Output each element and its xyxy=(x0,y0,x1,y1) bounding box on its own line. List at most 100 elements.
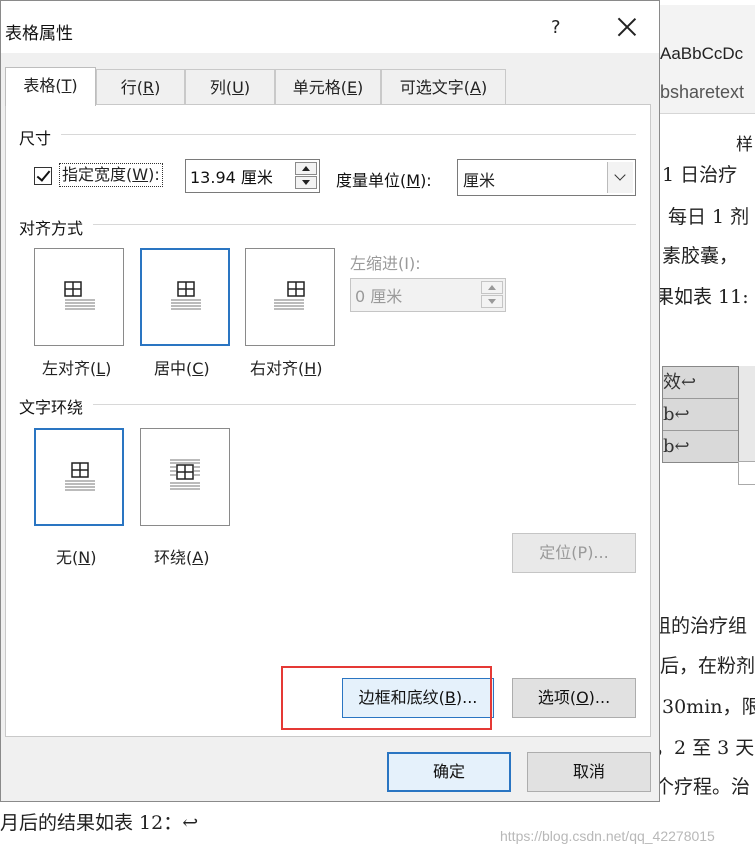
label-accel: M xyxy=(406,171,421,190)
doc-table: 效↩ b↩ b↩ xyxy=(662,366,740,463)
table-properties-dialog: 表格属性 ? 表格(T) 行(R) 列(U) 单元格(E) 可选文字(A) 尺寸… xyxy=(0,0,660,802)
align-right-label: 右对齐(H) xyxy=(250,355,323,379)
tab-accel: E xyxy=(346,78,358,97)
positioning-button: 定位(P)... xyxy=(512,533,636,573)
align-left-tile[interactable] xyxy=(34,248,124,346)
dialog-titlebar[interactable]: 表格属性 ? xyxy=(1,1,659,53)
label-text: 居中( xyxy=(154,359,193,378)
width-spin-buttons xyxy=(295,162,317,190)
label-text: 指定宽度( xyxy=(62,165,133,184)
doc-line: 个疗程。治 xyxy=(655,776,751,798)
label-text: ): xyxy=(420,171,432,190)
button-accel: O xyxy=(576,688,589,707)
label-text: ) xyxy=(105,359,112,378)
label-text: ): xyxy=(148,165,160,184)
doc-table-cell: b↩ xyxy=(663,436,690,457)
width-spinbox[interactable]: 13.94 厘米 xyxy=(185,159,320,193)
tab-column[interactable]: 列(U) xyxy=(185,69,275,104)
doc-line: ，2 至 3 天 xyxy=(655,737,755,759)
label-accel: C xyxy=(192,359,204,378)
tab-label-tail: ) xyxy=(154,78,161,97)
tab-accel: A xyxy=(470,78,481,97)
preferred-width-label[interactable]: 指定宽度(W): xyxy=(59,163,163,187)
label-accel: W xyxy=(132,165,149,184)
label-text: 环绕( xyxy=(154,548,193,567)
tab-label: 单元格( xyxy=(292,78,347,97)
label-text: ) xyxy=(203,548,210,567)
measure-unit-select[interactable]: 厘米 xyxy=(457,159,636,196)
doc-line: 30min，限 xyxy=(662,696,755,718)
label-accel: A xyxy=(192,548,204,567)
selection-inner-border xyxy=(37,431,121,523)
button-text: )... xyxy=(588,688,611,707)
align-right-tile[interactable] xyxy=(245,248,335,346)
arrow-up-icon xyxy=(488,285,496,290)
doc-bottom-line: 月后的结果如表 12：↩ xyxy=(0,812,199,834)
tab-accel: R xyxy=(142,78,155,97)
measure-unit-label: 度量单位(M): xyxy=(336,167,432,191)
label-text: 左对齐( xyxy=(42,359,97,378)
doc-line: 后，在粉剂 xyxy=(660,655,755,677)
tab-accel: U xyxy=(232,78,244,97)
arrow-down-icon xyxy=(302,180,310,185)
width-increment-button[interactable] xyxy=(295,162,317,175)
cancel-button[interactable]: 取消 xyxy=(527,752,651,792)
doc-line: 每日 1 剂 xyxy=(668,206,750,228)
style-preview[interactable]: AaBbCcDc xyxy=(660,44,743,64)
chevron-down-icon xyxy=(614,169,626,181)
align-left-icon xyxy=(64,281,95,310)
tab-label-tail: ) xyxy=(357,78,364,97)
section-divider xyxy=(93,224,636,225)
label-text: ) xyxy=(203,359,210,378)
label-text: ) xyxy=(316,359,323,378)
align-center-tile[interactable] xyxy=(140,248,230,346)
tab-accel: T xyxy=(61,76,72,95)
doc-table-column xyxy=(738,366,755,461)
label-text: 右对齐( xyxy=(250,359,305,378)
wrap-around-icon xyxy=(170,459,200,490)
wrap-around-tile[interactable] xyxy=(140,428,230,526)
tab-label: 可选文字( xyxy=(399,78,471,97)
size-section-label: 尺寸 xyxy=(19,129,52,148)
doc-table-handle[interactable] xyxy=(738,461,755,485)
section-divider xyxy=(93,404,636,405)
tab-panel-table xyxy=(5,104,651,737)
help-button[interactable]: ? xyxy=(551,17,561,38)
indent-left-label: 左缩进(I): xyxy=(350,254,421,273)
tab-label: 表格( xyxy=(23,76,62,95)
doc-table-cell: b↩ xyxy=(663,399,739,431)
wrap-none-tile[interactable] xyxy=(34,428,124,526)
watermark-url: https://blog.csdn.net/qq_42278015 xyxy=(500,828,715,844)
close-icon[interactable] xyxy=(613,13,641,41)
arrow-up-icon xyxy=(302,166,310,171)
tab-label-tail: ) xyxy=(480,78,488,97)
doc-line: 组的治疗组 xyxy=(652,615,748,637)
label-accel: N xyxy=(78,548,91,567)
preferred-width-checkbox[interactable] xyxy=(34,167,52,185)
tab-cell[interactable]: 单元格(E) xyxy=(275,69,381,104)
indent-increment-button xyxy=(481,281,503,294)
ok-button[interactable]: 确定 xyxy=(387,752,511,792)
options-button[interactable]: 选项(O)... xyxy=(512,678,636,718)
indent-decrement-button xyxy=(481,295,503,308)
doc-table-cell: 效↩ xyxy=(663,367,739,399)
tab-label: 列( xyxy=(209,78,233,97)
dialog-title: 表格属性 xyxy=(5,24,73,44)
tab-table[interactable]: 表格(T) xyxy=(5,67,96,106)
label-text: 度量单位( xyxy=(336,171,407,190)
style-name: bsharetext xyxy=(660,82,745,102)
width-decrement-button[interactable] xyxy=(295,176,317,189)
arrow-down-icon xyxy=(488,299,496,304)
dropdown-button[interactable] xyxy=(607,162,633,193)
tab-alt-text[interactable]: 可选文字(A) xyxy=(381,69,506,104)
indent-left-value: 0 厘米 xyxy=(355,287,403,306)
styles-pane-label: 样 xyxy=(736,135,753,154)
text-wrap-section-label: 文字环绕 xyxy=(19,398,84,417)
section-divider xyxy=(61,134,636,135)
highlight-annotation-box xyxy=(281,666,492,730)
tab-row[interactable]: 行(R) xyxy=(96,69,185,104)
align-left-label: 左对齐(L) xyxy=(42,355,111,379)
label-text: ) xyxy=(90,548,97,567)
width-value[interactable]: 13.94 厘米 xyxy=(190,164,273,188)
selection-inner-border xyxy=(143,251,227,343)
